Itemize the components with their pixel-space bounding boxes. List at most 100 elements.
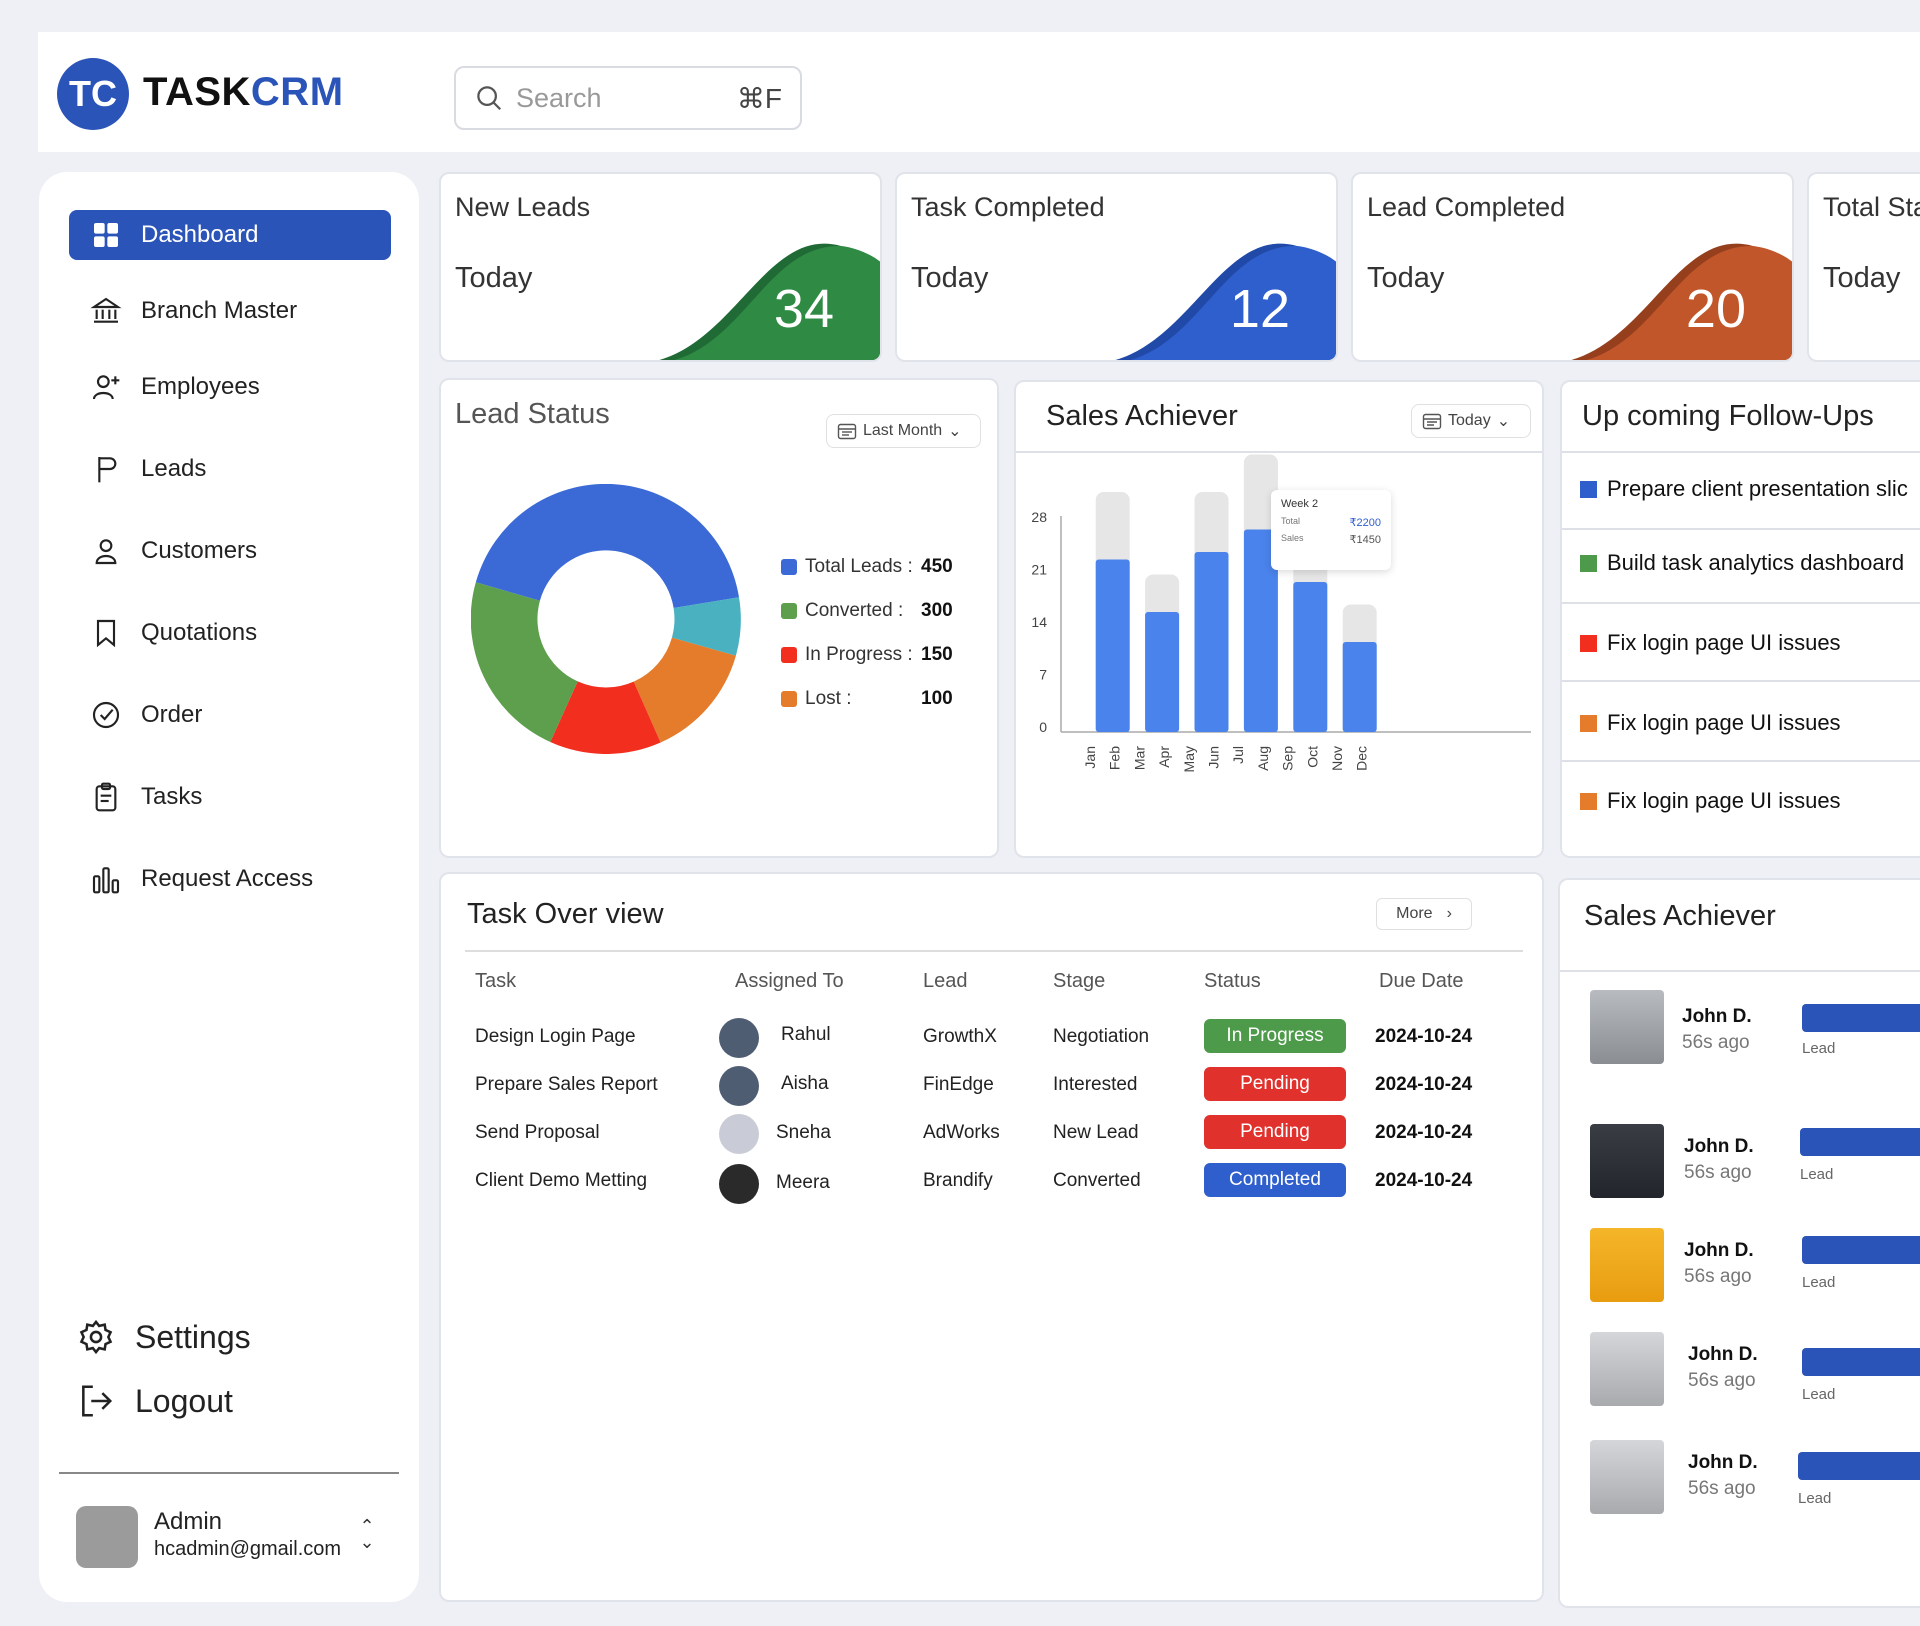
- bar-sales: [1342, 642, 1377, 732]
- stat-value: 20: [1685, 279, 1746, 339]
- chevron-up-down-icon[interactable]: ⌃ ⌄: [357, 1517, 377, 1551]
- x-tick-label: Sep: [1280, 746, 1296, 771]
- progress-bar: [1802, 1236, 1920, 1264]
- sales-filter-dropdown[interactable]: Today ⌄: [1411, 404, 1531, 438]
- sidebar-item-customers[interactable]: Customers: [69, 526, 391, 576]
- table-cell-stage: New Lead: [1053, 1122, 1139, 1143]
- sidebar-item-dashboard[interactable]: Dashboard: [69, 210, 391, 260]
- search-input[interactable]: Search ⌘F: [454, 66, 802, 130]
- sidebar-item-label: Order: [141, 701, 203, 728]
- legend-item: Converted :300: [781, 600, 953, 622]
- lead-status-filter-dropdown[interactable]: Last Month ⌄: [826, 414, 981, 448]
- achiever-time: 56s ago: [1684, 1162, 1752, 1183]
- stat-title: Task Completed: [911, 192, 1105, 222]
- divider: [1560, 970, 1920, 972]
- sidebar-item-request-access[interactable]: Request Access: [69, 854, 391, 904]
- y-tick-label: 7: [1039, 667, 1047, 683]
- settings-button[interactable]: Settings: [77, 1318, 251, 1356]
- x-tick-label: Jun: [1206, 746, 1222, 769]
- achiever-time: 56s ago: [1688, 1370, 1756, 1391]
- status-badge[interactable]: Pending: [1204, 1067, 1346, 1101]
- admin-name: Admin: [154, 1508, 223, 1535]
- table-cell-assigned: Rahul: [781, 1024, 831, 1045]
- task-overview-panel: Task Over view More › Task Assigned To Le…: [439, 872, 1544, 1602]
- followup-item[interactable]: Fix login page UI issues: [1580, 788, 1841, 814]
- bar-label: Lead: [1802, 1386, 1836, 1403]
- x-tick-label: Jan: [1082, 746, 1098, 769]
- sidebar-item-quotations[interactable]: Quotations: [69, 608, 391, 658]
- donut-segment-total-leads: [475, 484, 739, 608]
- person-icon: [89, 534, 123, 568]
- app-logo-text[interactable]: TASKCRM: [143, 70, 344, 115]
- donut-chart: [471, 484, 741, 754]
- avatar: [1590, 1332, 1664, 1406]
- stat-card-new-leads[interactable]: New Leads Today 34: [439, 172, 882, 362]
- table-cell-lead: Brandify: [923, 1170, 993, 1191]
- bar-sales: [1293, 582, 1328, 732]
- logout-label: Logout: [135, 1382, 233, 1419]
- x-tick-label: May: [1181, 746, 1197, 772]
- stat-title: New Leads: [455, 192, 591, 222]
- followup-item[interactable]: Build task analytics dashboard: [1580, 550, 1904, 576]
- divider: [1562, 451, 1920, 453]
- stat-card-task-completed[interactable]: Task Completed Today 12: [895, 172, 1338, 362]
- chevron-down-icon: ⌄: [948, 423, 962, 440]
- table-cell-lead: GrowthX: [923, 1026, 997, 1047]
- achiever-name: John D.: [1684, 1136, 1754, 1157]
- status-badge[interactable]: In Progress: [1204, 1019, 1346, 1053]
- table-cell-due-date: 2024-10-24: [1375, 1074, 1473, 1095]
- achiever-time: 56s ago: [1684, 1266, 1752, 1287]
- followup-item[interactable]: Fix login page UI issues: [1580, 710, 1841, 736]
- sales-achiever-chart-panel: Sales Achiever Today ⌄ 0 7 14 21 28 Jan Feb Mar…: [1014, 380, 1544, 858]
- achiever-name: John D.: [1688, 1452, 1758, 1473]
- column-header: Due Date: [1379, 970, 1464, 992]
- stat-card-lead-completed[interactable]: Lead Completed Today 20: [1351, 172, 1794, 362]
- x-tick-label: Aug: [1255, 746, 1271, 771]
- sidebar-item-label: Dashboard: [141, 221, 259, 248]
- panel-title: Up coming Follow-Ups: [1582, 400, 1874, 432]
- progress-bar: [1802, 1348, 1920, 1376]
- chart-tooltip: Week 2 Total ₹2200 Sales ₹1450: [1271, 490, 1391, 570]
- sidebar-item-label: Customers: [141, 537, 258, 564]
- status-badge[interactable]: Completed: [1204, 1163, 1346, 1197]
- progress-bar: [1800, 1128, 1920, 1156]
- divider: [465, 950, 1523, 952]
- followups-panel: Up coming Follow-Ups Prepare client pres…: [1560, 380, 1920, 858]
- bar-sales: [1095, 559, 1130, 732]
- more-button[interactable]: More ›: [1376, 898, 1472, 930]
- divider: [1562, 680, 1920, 682]
- search-icon: [477, 86, 502, 111]
- sidebar-item-tasks[interactable]: Tasks: [69, 772, 391, 822]
- x-tick-label: Mar: [1131, 746, 1147, 770]
- sidebar-item-label: Branch Master: [141, 297, 298, 324]
- logout-button[interactable]: Logout: [77, 1382, 233, 1420]
- progress-bar: [1802, 1004, 1920, 1032]
- bar-sales: [1145, 612, 1180, 732]
- followup-item[interactable]: Prepare client presentation slic: [1580, 476, 1908, 502]
- divider: [59, 1472, 399, 1474]
- sidebar-item-order[interactable]: Order: [69, 690, 391, 740]
- stat-period: Today: [1367, 262, 1445, 294]
- column-header: Status: [1204, 970, 1261, 992]
- avatar[interactable]: [76, 1506, 138, 1568]
- y-tick-label: 14: [1031, 614, 1047, 630]
- logo-icon[interactable]: TC: [57, 58, 129, 130]
- flag-icon: [89, 452, 123, 486]
- y-tick-label: 21: [1031, 562, 1047, 578]
- user-add-icon: [89, 370, 123, 404]
- stat-card-total[interactable]: Total Sta Today: [1807, 172, 1920, 362]
- grid-icon: [89, 218, 123, 252]
- legend-item: Total Leads :450: [781, 556, 953, 578]
- status-badge[interactable]: Pending: [1204, 1115, 1346, 1149]
- table-cell-stage: Interested: [1053, 1074, 1138, 1095]
- x-tick-label: Oct: [1304, 746, 1320, 768]
- sidebar-item-leads[interactable]: Leads: [69, 444, 391, 494]
- sidebar-item-branch-master[interactable]: Branch Master: [69, 286, 391, 336]
- panel-title: Sales Achiever: [1584, 900, 1776, 932]
- sidebar-item-employees[interactable]: Employees: [69, 362, 391, 412]
- chevron-right-icon: ›: [1446, 905, 1452, 922]
- followup-item[interactable]: Fix login page UI issues: [1580, 630, 1841, 656]
- avatar: [719, 1066, 759, 1106]
- column-header: Lead: [923, 970, 968, 992]
- table-cell-task: Send Proposal: [475, 1122, 600, 1143]
